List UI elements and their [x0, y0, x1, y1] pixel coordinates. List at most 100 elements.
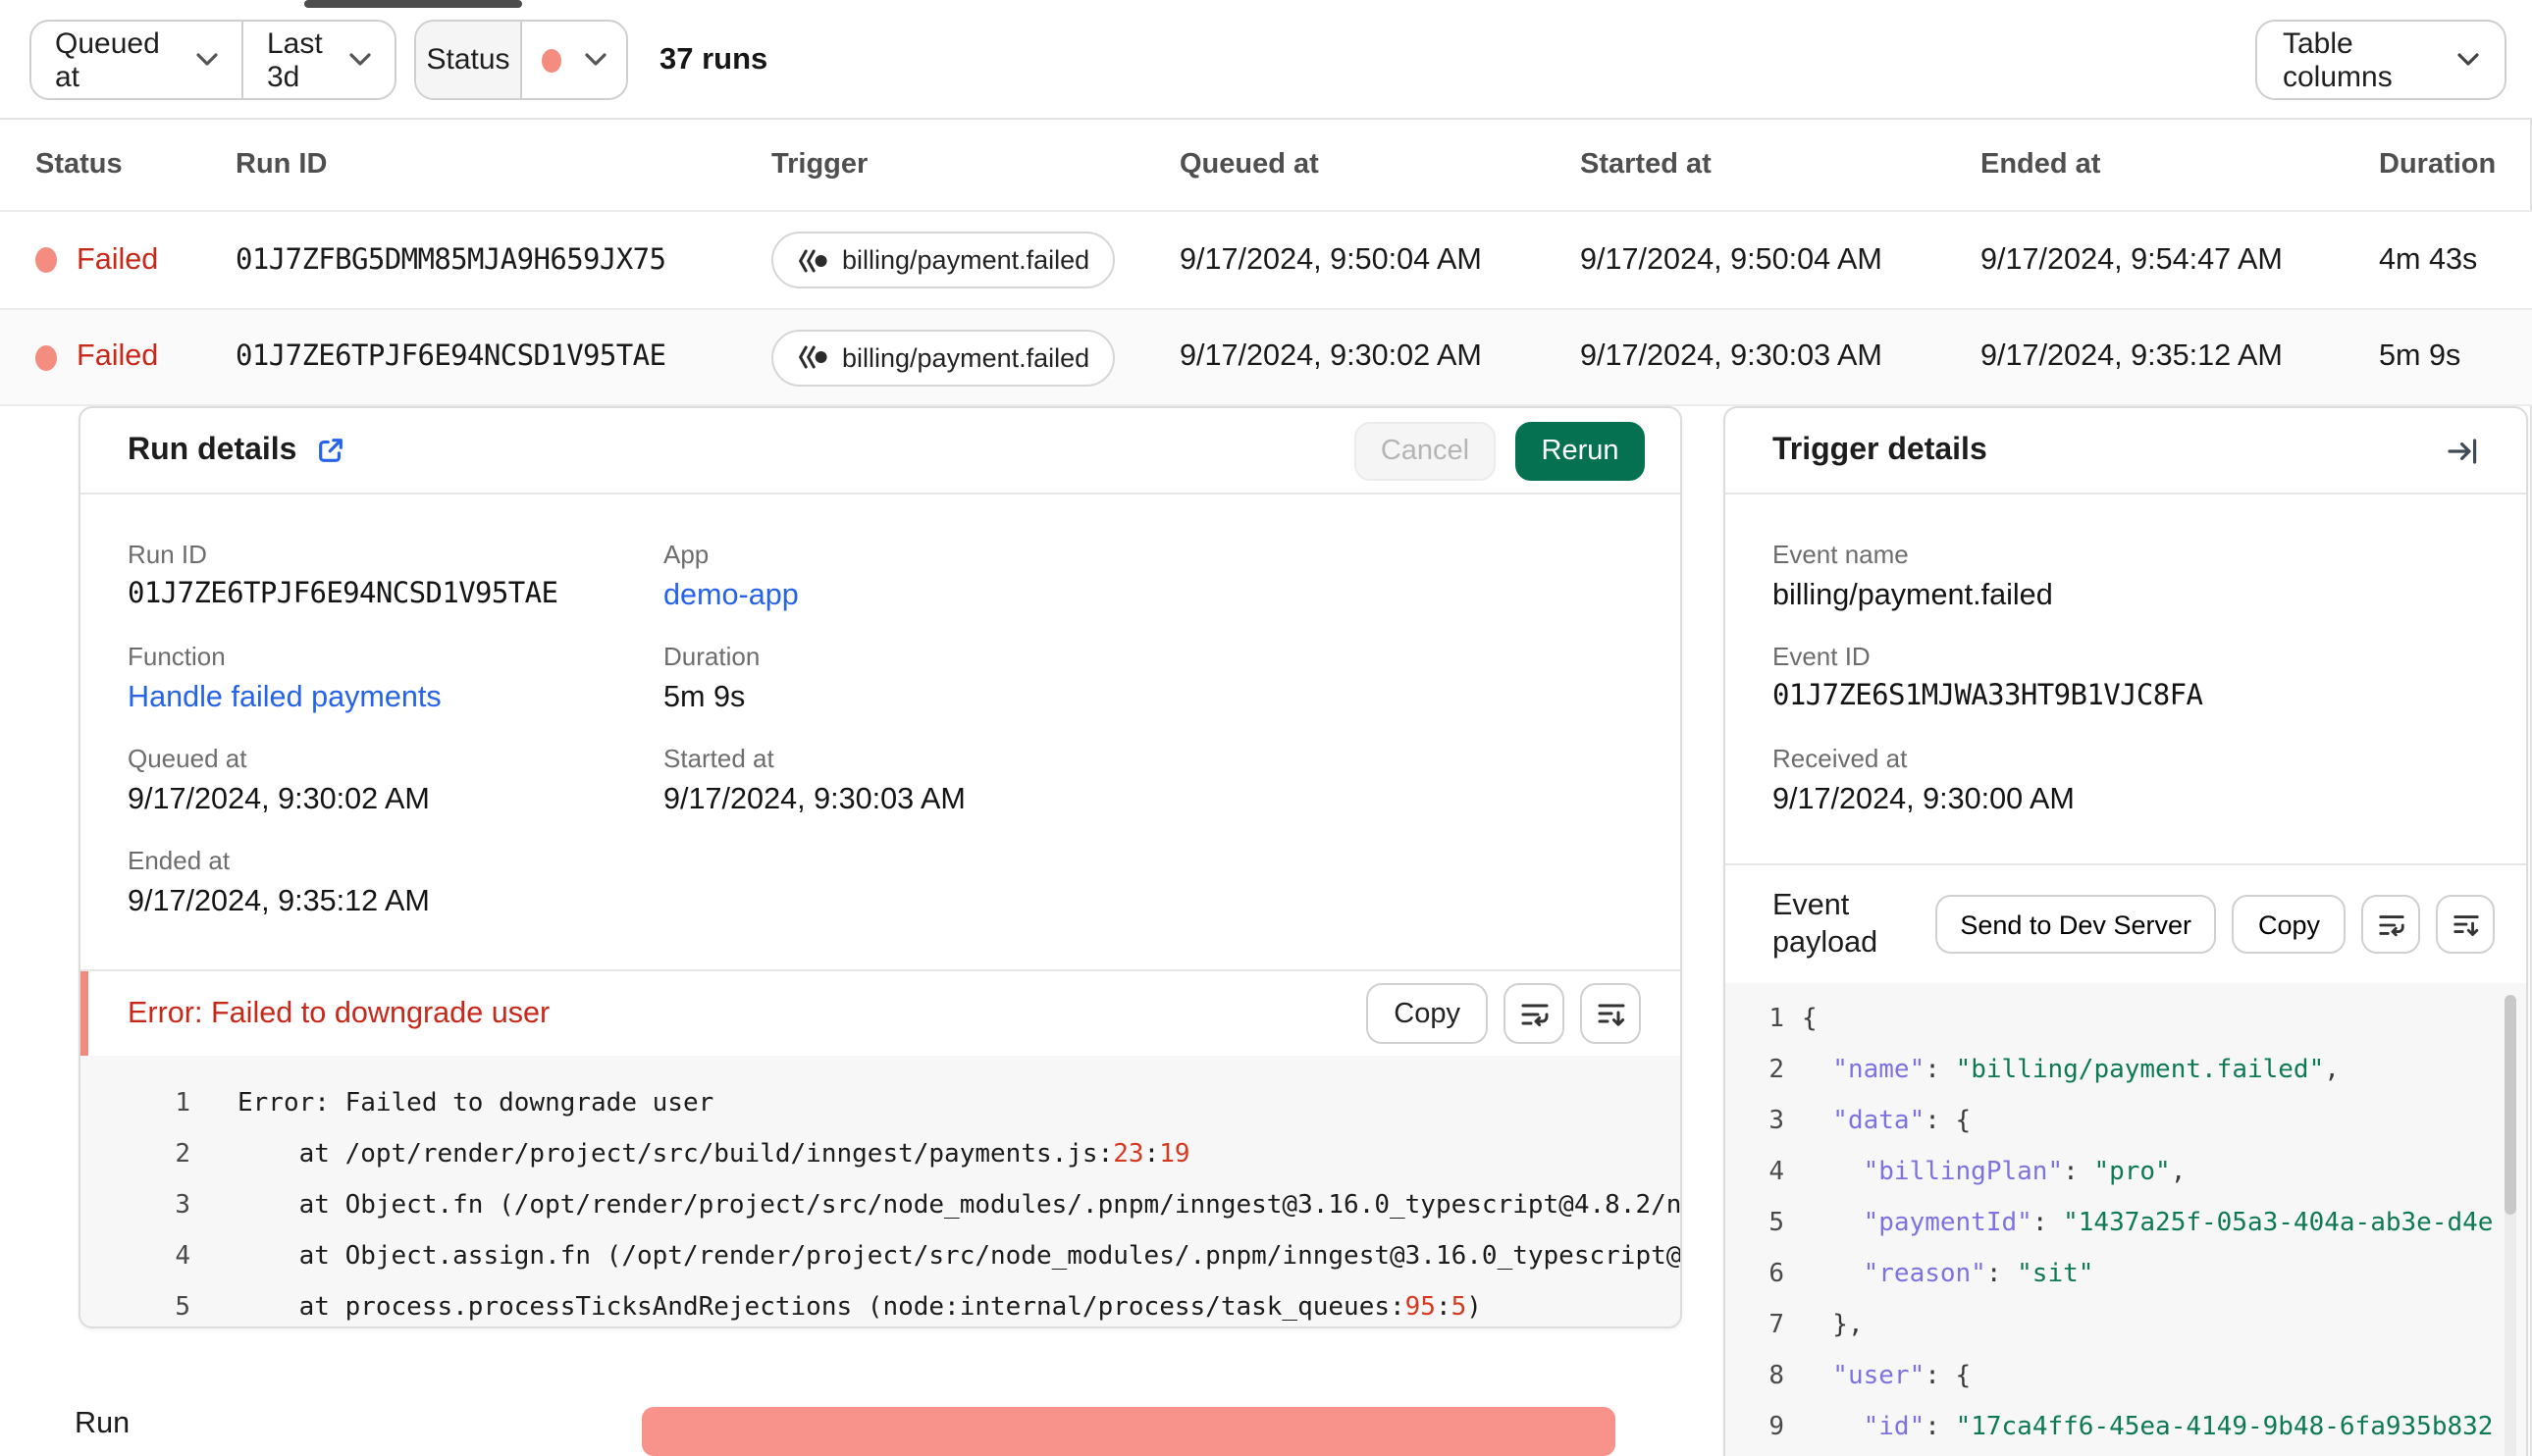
function-label: Function	[128, 642, 226, 671]
copy-payload-button[interactable]: Copy	[2232, 895, 2346, 954]
runs-count: 37 runs	[659, 42, 768, 76]
run-details-panel: Run details Cancel Rerun Run ID 01J7ZE6T…	[79, 406, 1682, 1328]
timeline-run-bar[interactable]	[642, 1407, 1615, 1456]
duration-cell: 4m 43s	[2379, 242, 2478, 276]
trigger-event-badge[interactable]: billing/payment.failed	[771, 232, 1116, 288]
ended-at-field: Ended at 9/17/2024, 9:35:12 AM	[128, 844, 663, 922]
scroll-to-bottom-button[interactable]	[2436, 895, 2495, 954]
stack-trace-line: 3 at Object.fn (/opt/render/project/src/…	[80, 1181, 1680, 1232]
payload-json-text: "user": {	[1802, 1362, 1972, 1391]
stack-trace-line: 5 at process.processTicksAndRejections (…	[80, 1283, 1680, 1326]
table-columns-button[interactable]: Table columns	[2255, 20, 2506, 100]
ended-at-cell: 9/17/2024, 9:35:12 AM	[1980, 339, 2283, 373]
function-link[interactable]: Handle failed payments	[128, 677, 663, 718]
stack-trace-text: Error: Failed to downgrade user	[237, 1089, 714, 1118]
trigger-details-header: Trigger details	[1725, 408, 2526, 494]
trigger-event-name: billing/payment.failed	[842, 245, 1090, 275]
payload-json-line: 1{	[1725, 995, 2526, 1046]
event-id-value: 01J7ZE6S1MJWA33HT9B1VJC8FA	[1772, 681, 2203, 712]
send-to-dev-server-button[interactable]: Send to Dev Server	[1934, 895, 2217, 954]
status-filter-label: Status	[426, 43, 510, 77]
external-link-icon[interactable]	[316, 436, 345, 465]
payload-json-text: "name": "billing/payment.failed",	[1802, 1056, 2340, 1085]
collapse-panel-icon[interactable]	[2446, 435, 2479, 466]
runs-table: Status Run ID Trigger Queued at Started …	[0, 120, 2532, 406]
event-icon	[797, 345, 828, 369]
time-range-filter-button[interactable]: Last 3d	[241, 22, 395, 98]
run-id-field: Run ID 01J7ZE6TPJF6E94NCSD1V95TAE	[128, 538, 663, 616]
queued-at-filter-label: Queued at	[55, 26, 160, 93]
run-id-label: Run ID	[128, 540, 207, 569]
queued-at-filter-button[interactable]: Queued at	[31, 22, 241, 98]
run-details-fields: Run ID 01J7ZE6TPJF6E94NCSD1V95TAE App de…	[80, 494, 1680, 969]
run-id-value: 01J7ZE6TPJF6E94NCSD1V95TAE	[128, 579, 558, 610]
status-filter-group: Status	[414, 20, 628, 100]
payload-json-text: "billingPlan": "pro",	[1802, 1158, 2187, 1187]
app-link[interactable]: demo-app	[663, 575, 1633, 616]
rerun-button[interactable]: Rerun	[1515, 421, 1645, 480]
trigger-cell: billing/payment.failed	[771, 329, 1180, 386]
column-header-duration: Duration	[2379, 149, 2497, 181]
stack-trace-text: at process.processTicksAndRejections (no…	[237, 1293, 1482, 1323]
started-at-cell: 9/17/2024, 9:30:03 AM	[1580, 339, 1882, 373]
date-filter-group: Queued at Last 3d	[29, 20, 396, 100]
payload-json-text: "id": "17ca4ff6-45ea-4149-9b48-6fa935b83…	[1802, 1413, 2494, 1442]
function-field: Function Handle failed payments	[128, 640, 663, 718]
stack-trace-text: at Object.assign.fn (/opt/render/project…	[237, 1242, 1680, 1272]
ended-at-label: Ended at	[128, 846, 231, 875]
event-id-label: Event ID	[1772, 642, 1871, 671]
status-filter-label-segment: Status	[416, 22, 520, 98]
column-header-run-id: Run ID	[236, 149, 328, 181]
line-number: 1	[175, 1089, 190, 1118]
event-payload-code: 1{2 "name": "billing/payment.failed", 3 "…	[1725, 983, 2526, 1456]
ended-at-cell: 9/17/2024, 9:54:47 AM	[1980, 242, 2283, 276]
stack-trace-text: at /opt/render/project/src/build/inngest…	[237, 1140, 1190, 1170]
app-label: App	[663, 540, 710, 569]
table-row[interactable]: Failed 01J7ZFBG5DMM85MJA9H659JX75 billing/…	[0, 210, 2532, 308]
scroll-to-bottom-button[interactable]	[1580, 983, 1641, 1044]
word-wrap-toggle-button[interactable]	[1503, 983, 1564, 1044]
started-at-value: 9/17/2024, 9:30:03 AM	[663, 783, 966, 816]
event-payload-section: Event payload Send to Dev Server Copy 1{…	[1725, 863, 2526, 1456]
error-header: Error: Failed to downgrade user Copy	[80, 971, 1680, 1056]
word-wrap-toggle-button[interactable]	[2361, 895, 2420, 954]
horizontal-scrollbar-thumb[interactable]	[304, 0, 522, 8]
received-at-label: Received at	[1772, 744, 1908, 773]
failed-status-dot-icon	[35, 344, 57, 370]
payload-json-line: 8 "user": {	[1725, 1352, 2526, 1403]
event-id-field: Event ID 01J7ZE6S1MJWA33HT9B1VJC8FA	[1772, 640, 2479, 718]
line-number: 7	[1768, 1311, 1784, 1340]
payload-json-line: 2 "name": "billing/payment.failed",	[1725, 1046, 2526, 1097]
run-status-text: Failed	[77, 339, 159, 373]
run-id-cell: 01J7ZFBG5DMM85MJA9H659JX75	[236, 244, 666, 276]
line-number: 9	[1768, 1413, 1784, 1442]
copy-error-button[interactable]: Copy	[1366, 983, 1488, 1044]
line-number: 1	[1768, 1005, 1784, 1034]
cancel-button[interactable]: Cancel	[1354, 421, 1496, 480]
trigger-event-name: billing/payment.failed	[842, 342, 1090, 372]
line-number: 3	[175, 1191, 190, 1221]
payload-scrollbar[interactable]	[2505, 995, 2516, 1456]
trigger-event-badge[interactable]: billing/payment.failed	[771, 329, 1116, 386]
line-number: 4	[175, 1242, 190, 1272]
table-row[interactable]: Failed 01J7ZE6TPJF6E94NCSD1V95TAE billing/…	[0, 308, 2532, 406]
payload-json-text: {	[1802, 1005, 1818, 1034]
status-filter-value-button[interactable]	[520, 22, 626, 98]
run-details-header: Run details Cancel Rerun	[80, 408, 1680, 494]
run-status-cell: Failed	[35, 242, 236, 278]
queued-at-cell: 9/17/2024, 9:30:02 AM	[1180, 339, 1482, 373]
trigger-details-title: Trigger details	[1772, 433, 1987, 466]
chevron-down-icon	[2457, 53, 2479, 67]
duration-label: Duration	[663, 642, 761, 671]
payload-json-line: 3 "data": {	[1725, 1097, 2526, 1148]
chevron-down-icon	[349, 53, 371, 67]
event-name-label: Event name	[1772, 540, 1909, 569]
error-accent-bar	[80, 971, 88, 1056]
stack-trace-line: 2 at /opt/render/project/src/build/innge…	[80, 1130, 1680, 1181]
event-payload-header: Event payload Send to Dev Server Copy	[1725, 865, 2526, 983]
stack-trace-line: 1 Error: Failed to downgrade user	[80, 1079, 1680, 1130]
trigger-details-panel: Trigger details Event name billing/payme…	[1723, 406, 2528, 1456]
payload-scrollbar-thumb[interactable]	[2505, 995, 2516, 1215]
line-number: 5	[175, 1293, 190, 1323]
payload-json-text: "data": {	[1802, 1107, 1972, 1136]
